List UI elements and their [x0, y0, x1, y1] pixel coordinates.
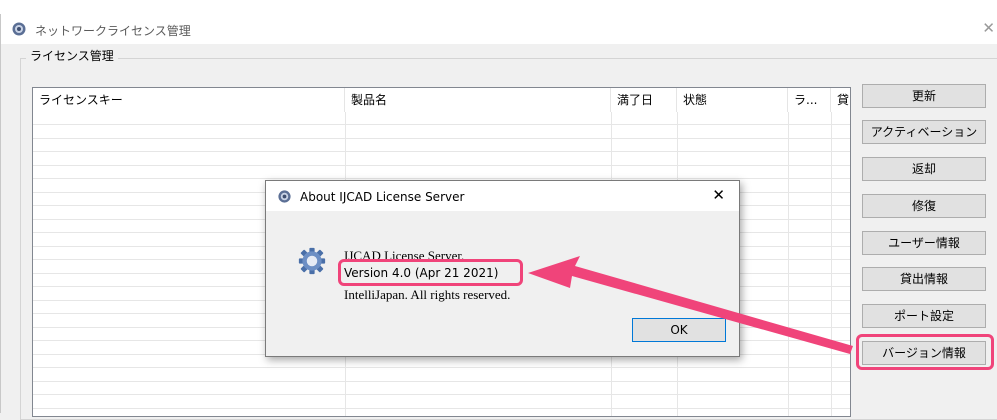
arrow-icon [528, 256, 853, 354]
